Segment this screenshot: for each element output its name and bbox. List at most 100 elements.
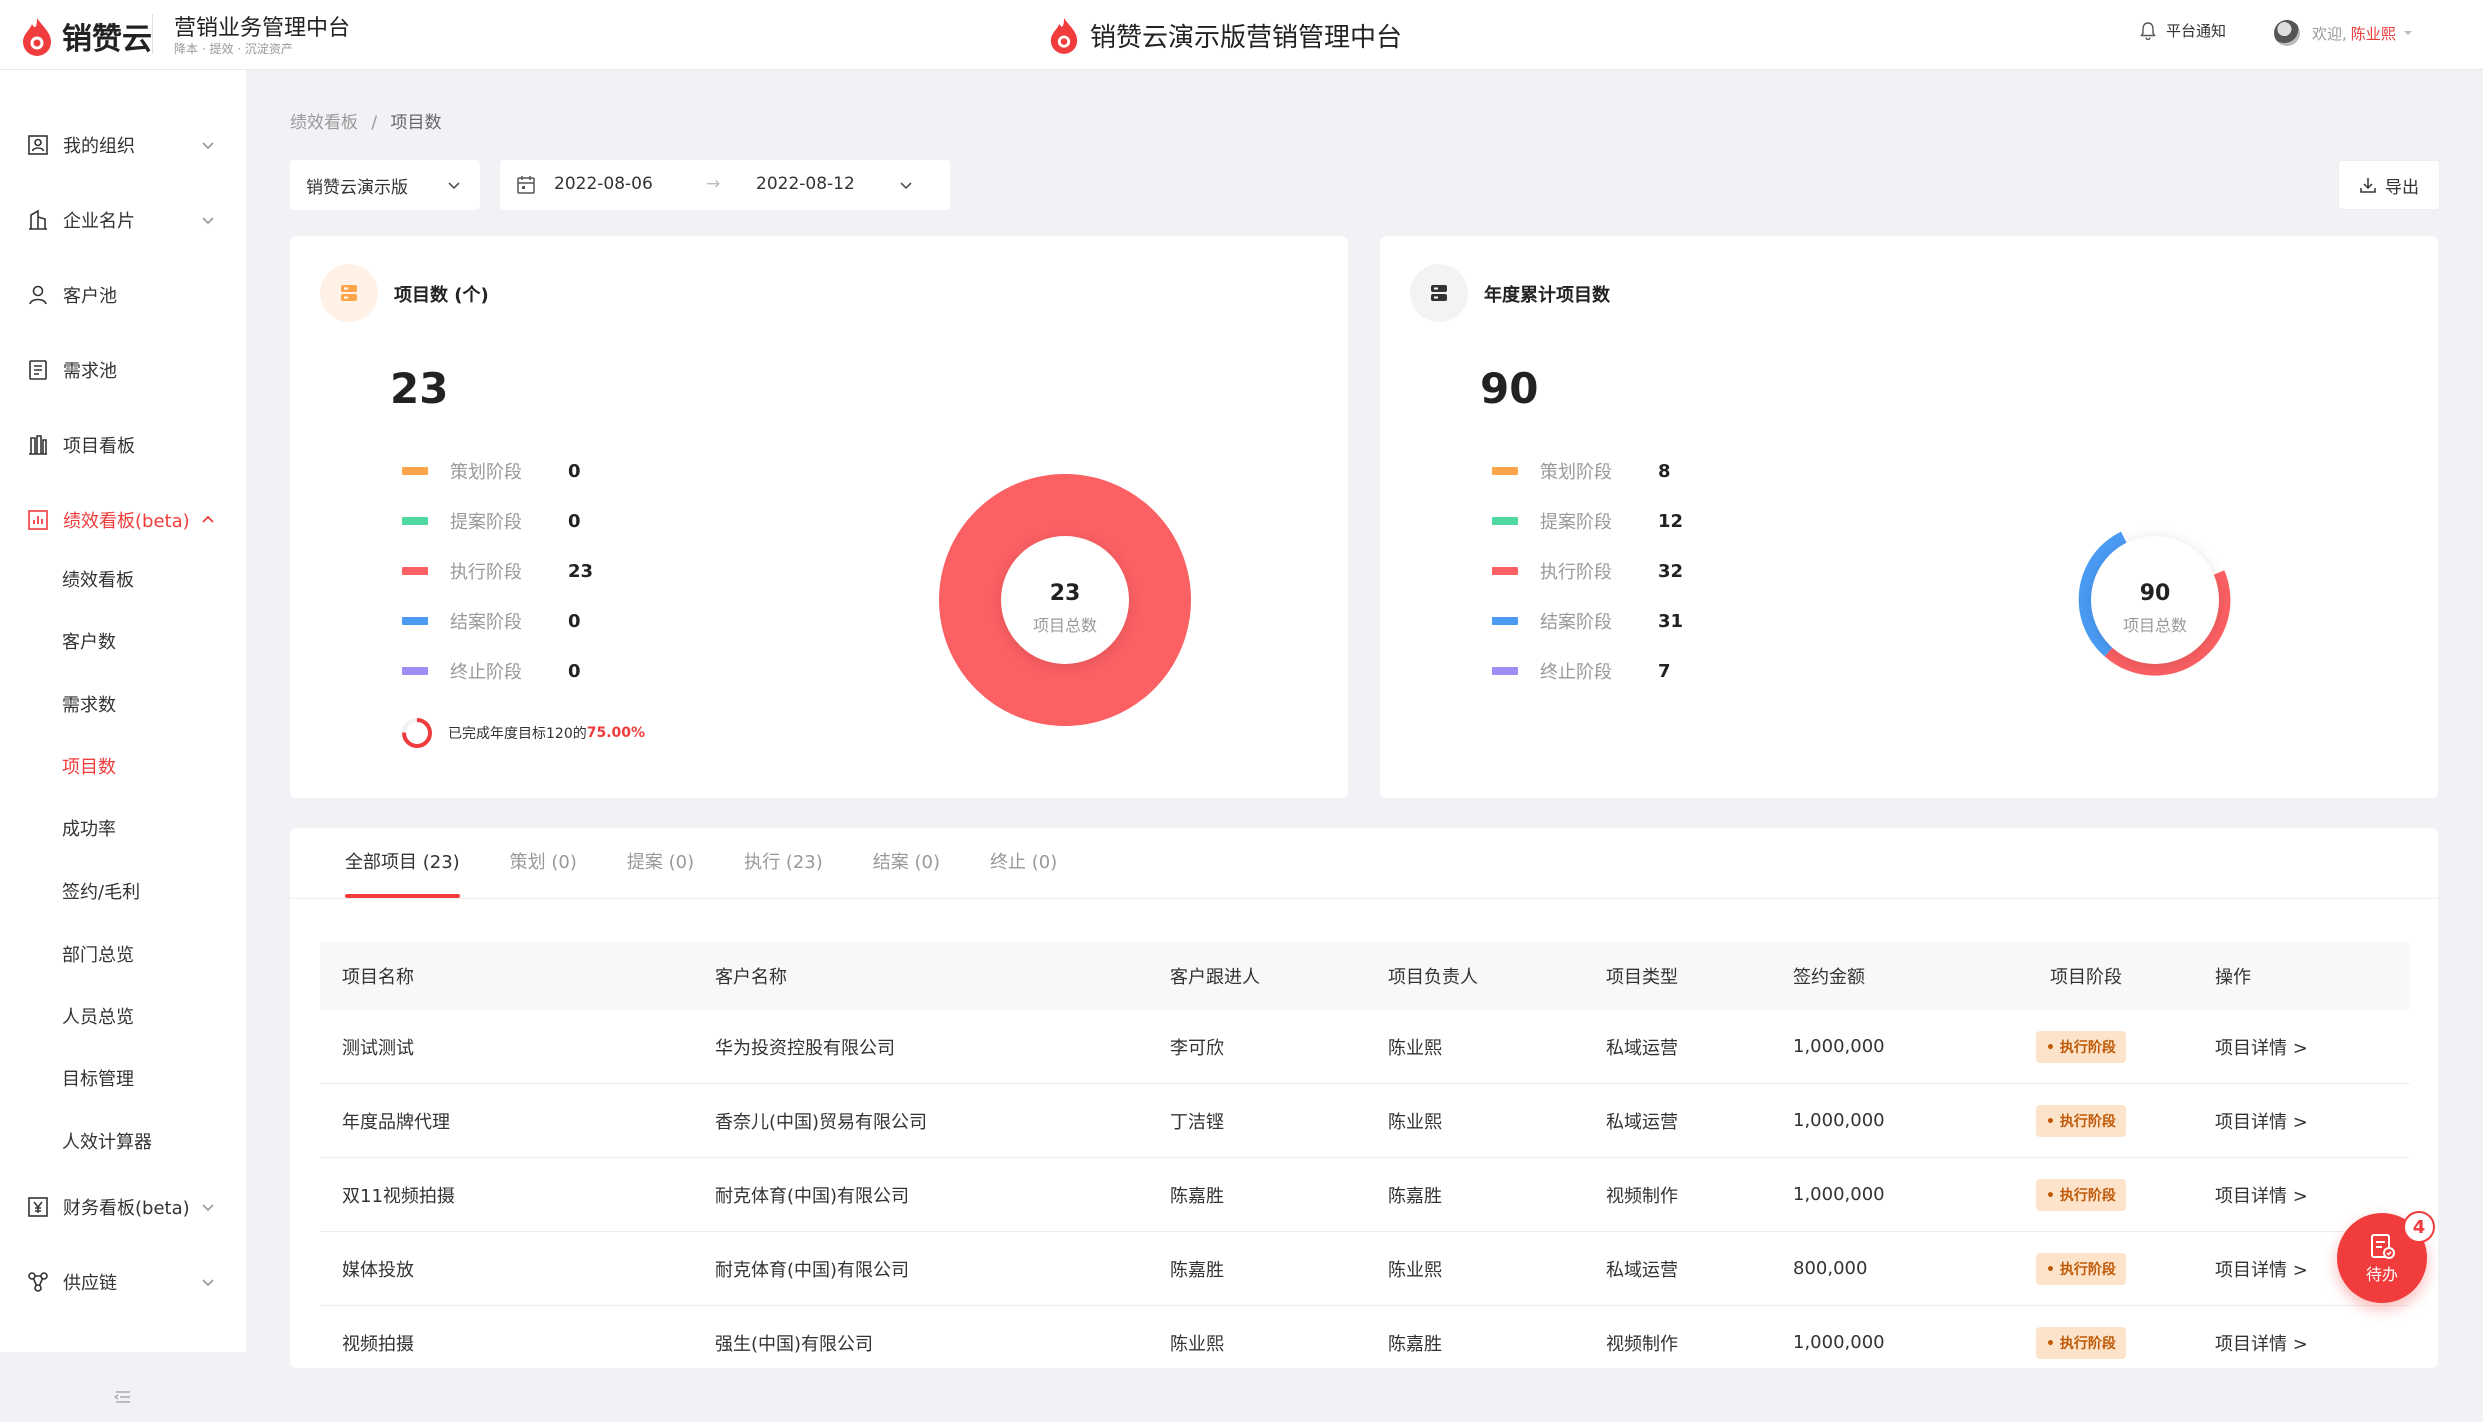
table-row[interactable]: 视频拍摄 强生(中国)有限公司 陈业熙 陈嘉胜 视频制作 1,000,000 •… — [320, 1306, 2410, 1380]
sidebar-subitem-contract-margin[interactable]: 签约/毛利 — [62, 873, 140, 913]
legend-name: 策划阶段 — [450, 462, 522, 483]
export-button[interactable]: 导出 — [2338, 160, 2440, 210]
org-select[interactable]: 销赞云演示版 — [290, 160, 480, 210]
project-detail-link[interactable]: 项目详情 > — [2215, 1232, 2308, 1305]
user-name: 陈业熙 — [2350, 24, 2396, 43]
sidebar-subitem-staff-overview[interactable]: 人员总览 — [62, 998, 134, 1038]
table-row[interactable]: 测试测试 华为投资控股有限公司 李可欣 陈业熙 私域运营 1,000,000 •… — [320, 1010, 2410, 1084]
sidebar-item-supply-chain[interactable]: 供应链 — [0, 1257, 246, 1307]
legend-swatch — [1492, 567, 1518, 575]
legend-swatch — [1492, 617, 1518, 625]
table-row[interactable]: 年度品牌代理 香奈儿(中国)贸易有限公司 丁洁铿 陈业熙 私域运营 1,000,… — [320, 1084, 2410, 1158]
status-badge: • 执行阶段 — [2036, 1252, 2126, 1285]
top-header: 销赞云 营销业务管理中台 降本 · 提效 · 沉淀资产 销赞云演示版营销管理中台… — [0, 0, 2483, 70]
project-detail-link[interactable]: 项目详情 > — [2215, 1010, 2308, 1083]
legend-item: 提案阶段 12 — [1492, 506, 1683, 536]
avatar — [2274, 20, 2300, 46]
legend-swatch — [1492, 667, 1518, 675]
contract-amount: 1,000,000 — [1793, 1110, 1885, 1131]
legend-swatch — [402, 467, 428, 475]
chain-icon — [24, 1268, 52, 1296]
org-icon — [24, 131, 52, 159]
donut-center-label: 23 项目总数 — [1000, 581, 1130, 636]
legend-swatch — [402, 567, 428, 575]
project-detail-link[interactable]: 项目详情 > — [2215, 1306, 2308, 1379]
date-range-picker[interactable]: 2022-08-06 → 2022-08-12 — [500, 160, 950, 210]
table-row[interactable]: 媒体投放 耐克体育(中国)有限公司 陈嘉胜 陈业熙 私域运营 800,000 •… — [320, 1232, 2410, 1306]
card-total: 23 — [390, 364, 449, 413]
todo-float-button[interactable]: 待办 4 — [2337, 1211, 2435, 1303]
date-end[interactable]: 2022-08-12 — [756, 174, 855, 194]
chevron-up-icon — [202, 515, 214, 523]
client-name: 耐克体育(中国)有限公司 — [715, 1259, 910, 1281]
client-follower: 陈嘉胜 — [1170, 1259, 1224, 1281]
sidebar-subitem-goal-management[interactable]: 目标管理 — [62, 1060, 134, 1100]
project-stack-icon — [320, 264, 378, 322]
user-menu[interactable]: 欢迎, 陈业熙 — [2274, 20, 2414, 46]
column-header: 客户名称 — [715, 967, 787, 988]
table-row[interactable]: 双11视频拍摄 耐克体育(中国)有限公司 陈嘉胜 陈嘉胜 视频制作 1,000,… — [320, 1158, 2410, 1232]
center-title-text: 销赞云演示版营销管理中台 — [1090, 22, 1403, 53]
legend-swatch — [402, 667, 428, 675]
todo-count-badge: 4 — [2403, 1211, 2435, 1243]
card-title: 年度累计项目数 — [1484, 285, 1610, 306]
sidebar-subitem-department-overview[interactable]: 部门总览 — [62, 936, 134, 976]
annual-project-card: 年度累计项目数 90 策划阶段 8 提案阶段 12 执行阶段 32 结案阶段 31 终止… — [1380, 236, 2438, 798]
client-follower: 丁洁铿 — [1170, 1111, 1224, 1133]
donut-center-value: 23 — [1049, 581, 1081, 606]
legend-item: 执行阶段 23 — [402, 556, 593, 586]
chevron-down-icon — [448, 182, 460, 190]
project-type: 私域运营 — [1606, 1111, 1678, 1133]
donut-center-text: 项目总数 — [1032, 616, 1097, 635]
goal-percent: 75.00% — [586, 725, 646, 741]
sidebar-item-customers[interactable]: 客户池 — [0, 270, 246, 320]
calendar-icon — [517, 176, 535, 194]
legend-item: 结案阶段 31 — [1492, 606, 1683, 636]
legend-value: 8 — [1658, 460, 1671, 482]
chevron-down-icon — [202, 142, 214, 150]
project-owner: 陈业熙 — [1388, 1111, 1442, 1133]
breadcrumb-parent[interactable]: 绩效看板 — [290, 113, 358, 133]
date-start[interactable]: 2022-08-06 — [554, 174, 653, 194]
sidebar-item-project-board[interactable]: 项目看板 — [0, 420, 246, 470]
project-type: 视频制作 — [1606, 1185, 1678, 1207]
legend-swatch — [1492, 517, 1518, 525]
donut-center-value: 90 — [2139, 581, 2171, 606]
sidebar-subitem-performance[interactable]: 绩效看板 — [62, 561, 134, 601]
tab-execution[interactable]: 执行 (23) — [744, 828, 823, 898]
chart-icon — [24, 506, 52, 534]
tab-closing[interactable]: 结案 (0) — [873, 828, 940, 898]
project-name: 年度品牌代理 — [342, 1111, 450, 1133]
tab-proposal[interactable]: 提案 (0) — [627, 828, 694, 898]
sidebar-subitem-project-count[interactable]: 项目数 — [62, 748, 116, 788]
legend-item: 策划阶段 8 — [1492, 456, 1671, 486]
sidebar-item-demands[interactable]: 需求池 — [0, 345, 246, 395]
tab-all[interactable]: 全部项目 (23) — [345, 828, 460, 898]
donut-center-label: 90 项目总数 — [2090, 581, 2220, 636]
project-owner: 陈业熙 — [1388, 1259, 1442, 1281]
tab-planning[interactable]: 策划 (0) — [510, 828, 577, 898]
document-icon — [24, 356, 52, 384]
sidebar-item-finance[interactable]: 财务看板(beta) — [0, 1182, 246, 1232]
sidebar-item-company-card[interactable]: 企业名片 — [0, 195, 246, 245]
sidebar-subitem-demand-count[interactable]: 需求数 — [62, 686, 116, 726]
sidebar-subitem-efficiency-calculator[interactable]: 人效计算器 — [62, 1123, 152, 1163]
legend-swatch — [1492, 467, 1518, 475]
sidebar-item-performance[interactable]: 绩效看板(beta) — [0, 495, 246, 545]
sidebar-item-org[interactable]: 我的组织 — [0, 120, 246, 170]
tab-terminated[interactable]: 终止 (0) — [990, 828, 1057, 898]
sidebar-collapse-button[interactable] — [0, 1370, 246, 1422]
org-select-value: 销赞云演示版 — [306, 177, 408, 198]
project-stage-tabs: 全部项目 (23) 策划 (0) 提案 (0) 执行 (23) 结案 (0) 终… — [345, 828, 1107, 898]
legend-value: 32 — [1658, 560, 1684, 582]
sidebar-subitem-customer-count[interactable]: 客户数 — [62, 623, 116, 663]
brand-logo[interactable]: 销赞云 — [20, 14, 152, 58]
project-detail-link[interactable]: 项目详情 > — [2215, 1084, 2308, 1157]
project-detail-link[interactable]: 项目详情 > — [2215, 1158, 2308, 1231]
platform-notice[interactable]: 平台通知 — [2140, 20, 2226, 41]
card-title: 项目数 (个) — [394, 285, 489, 306]
sidebar-subitem-success-rate[interactable]: 成功率 — [62, 810, 116, 850]
breadcrumb: 绩效看板 / 项目数 — [290, 108, 442, 133]
card-total: 90 — [1480, 364, 1539, 413]
legend-value: 0 — [568, 610, 581, 632]
